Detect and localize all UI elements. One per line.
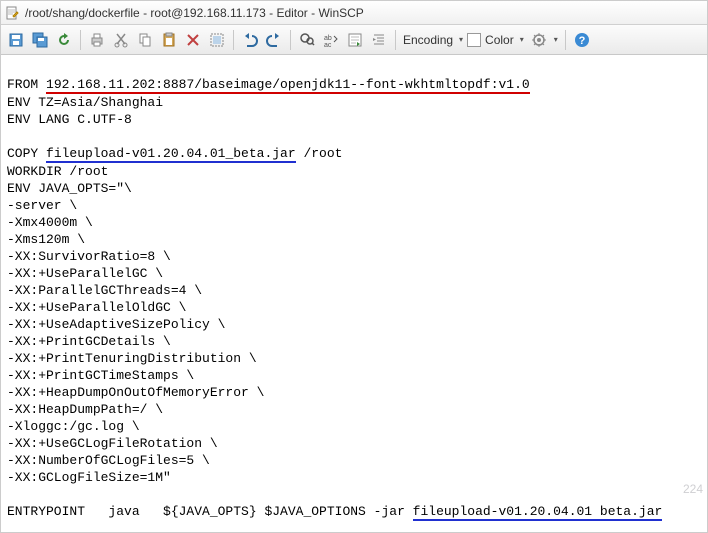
editor-line: -XX:+UseParallelOldGC \ [7,300,186,315]
settings-dropdown[interactable]: ▾ [552,29,560,51]
save-button[interactable] [5,29,27,51]
separator [565,30,566,50]
editor-line: -XX:NumberOfGCLogFiles=5 \ [7,453,210,468]
copy-button[interactable] [134,29,156,51]
editor-line: -XX:+HeapDumpOnOutOfMemoryError \ [7,385,264,400]
editor-line: -XX:+PrintGCTimeStamps \ [7,368,194,383]
settings-button[interactable] [528,29,550,51]
svg-text:ab: ab [324,35,332,42]
entry-jar-underlined: fileupload-v01.20.04.01 beta.jar [413,505,663,521]
replace-button[interactable]: abac [320,29,342,51]
editor-line: -XX:HeapDumpPath=/ \ [7,402,163,417]
editor-line: ENV JAVA_OPTS="\ [7,181,132,196]
editor-line: WORKDIR /root [7,164,108,179]
editor-line: -XX:GCLogFileSize=1M" [7,470,171,485]
editor-line: -Xloggc:/gc.log \ [7,419,140,434]
editor-line: COPY fileupload-v01.20.04.01_beta.jar /r… [7,146,342,161]
copy-jar-underlined: fileupload-v01.20.04.01_beta.jar [46,147,296,163]
encoding-dropdown[interactable]: ▾ [457,29,465,51]
editor-line: -XX:+UseGCLogFileRotation \ [7,436,218,451]
editor-line: -XX:+PrintTenuringDistribution \ [7,351,257,366]
editor-line: -XX:+PrintGCDetails \ [7,334,171,349]
editor-line: -XX:+UseParallelGC \ [7,266,163,281]
separator [290,30,291,50]
color-dropdown[interactable]: ▾ [518,29,526,51]
reload-button[interactable] [53,29,75,51]
undo-button[interactable] [239,29,261,51]
watermark: 224 [683,481,703,498]
help-button[interactable]: ? [571,29,593,51]
indent-button[interactable] [368,29,390,51]
editor-line: -Xms120m \ [7,232,85,247]
editor-line: ENTRYPOINT java ${JAVA_OPTS} $JAVA_OPTIO… [7,504,662,519]
toolbar: abac Encoding ▾ Color ▾ ▾ ? [1,25,707,55]
save-all-button[interactable] [29,29,51,51]
find-button[interactable] [296,29,318,51]
goto-button[interactable] [344,29,366,51]
editor-line: ENV LANG C.UTF-8 [7,112,132,127]
editor-line: ENV TZ=Asia/Shanghai [7,95,163,110]
editor-line: FROM 192.168.11.202:8887/baseimage/openj… [7,77,530,92]
redo-button[interactable] [263,29,285,51]
window-title: /root/shang/dockerfile - root@192.168.11… [25,6,364,20]
separator [80,30,81,50]
from-image-underlined: 192.168.11.202:8887/baseimage/openjdk11-… [46,78,530,94]
separator [233,30,234,50]
file-edit-icon [5,6,19,20]
svg-text:ac: ac [324,42,332,48]
color-swatch[interactable] [467,33,481,47]
editor-line: -XX:+UseAdaptiveSizePolicy \ [7,317,225,332]
editor-line: -XX:ParallelGCThreads=4 \ [7,283,202,298]
delete-button[interactable] [182,29,204,51]
title-bar: /root/shang/dockerfile - root@192.168.11… [1,1,707,25]
print-button[interactable] [86,29,108,51]
encoding-label: Encoding [401,33,455,47]
editor-line: -Xmx4000m \ [7,215,93,230]
select-all-button[interactable] [206,29,228,51]
svg-text:?: ? [578,35,585,47]
color-label: Color [483,33,516,47]
separator [395,30,396,50]
editor-line: -XX:SurvivorRatio=8 \ [7,249,171,264]
editor-area[interactable]: FROM 192.168.11.202:8887/baseimage/openj… [1,55,707,532]
editor-line: -server \ [7,198,77,213]
cut-button[interactable] [110,29,132,51]
paste-button[interactable] [158,29,180,51]
